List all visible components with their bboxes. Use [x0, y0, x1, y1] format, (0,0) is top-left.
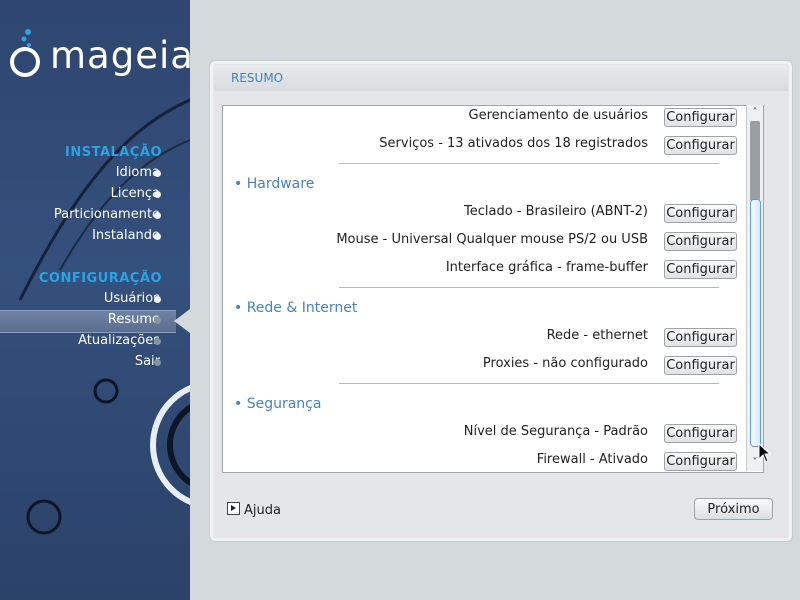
row-label: Serviços - 13 ativados dos 18 registrado…	[379, 136, 648, 151]
mageia-cauldron-icon	[10, 29, 40, 77]
summary-panel: RESUMO Gerenciamento de usuários Configu…	[209, 60, 793, 542]
row-label: Gerenciamento de usuários	[468, 108, 648, 123]
section-heading-hardware: • Hardware	[234, 176, 315, 192]
chevron-up-icon[interactable]: ˄	[749, 107, 761, 119]
row-label: Nível de Segurança - Padrão	[463, 424, 648, 439]
configure-proxies-button[interactable]: Configurar	[664, 356, 737, 375]
nav-dot-updates	[154, 338, 161, 345]
nav-dot-installing	[154, 233, 161, 240]
section-heading-network: • Rede & Internet	[234, 300, 358, 316]
nav-item-updates: Atualizações	[78, 333, 160, 348]
logo-text: mageia	[50, 34, 190, 77]
expander-arrow-icon[interactable]	[227, 502, 240, 515]
nav-dot-language	[154, 170, 161, 177]
section-divider	[339, 383, 719, 384]
row-label: Rede - ethernet	[546, 328, 648, 343]
configure-mouse-button[interactable]: Configurar	[664, 232, 737, 251]
nav-item-installing: Instalando	[92, 228, 160, 243]
summary-list-frame: Gerenciamento de usuários Configurar Ser…	[222, 105, 764, 473]
row-label: Mouse - Universal Qualquer mouse PS/2 ou…	[336, 232, 648, 247]
nav-selected-arrow	[174, 309, 190, 333]
row-label: Teclado - Brasileiro (ABNT-2)	[464, 204, 648, 219]
summary-row-proxies: Proxies - não configurado Configurar	[223, 354, 763, 380]
nav-dot-summary	[154, 317, 161, 324]
summary-row-network: Rede - ethernet Configurar	[223, 326, 763, 352]
summary-row-security-level: Nível de Segurança - Padrão Configurar	[223, 422, 763, 448]
help-label[interactable]: Ajuda	[244, 503, 281, 518]
section-title-installation: INSTALAÇÃO	[65, 145, 162, 160]
summary-row-user-management: Gerenciamento de usuários Configurar	[223, 106, 763, 132]
configure-user-management-button[interactable]: Configurar	[664, 108, 737, 127]
nav-item-users: Usuários	[103, 291, 160, 306]
nav-item-partitioning: Particionamento	[53, 207, 160, 222]
configure-graphics-button[interactable]: Configurar	[664, 260, 737, 279]
scrollbar-track[interactable]	[750, 121, 760, 201]
configure-keyboard-button[interactable]: Configurar	[664, 204, 737, 223]
summary-row-firewall: Firewall - Ativado Configurar	[223, 450, 763, 472]
next-button[interactable]: Próximo	[694, 498, 773, 520]
nav-dot-exit	[154, 359, 161, 366]
help-toggle[interactable]: Ajuda	[227, 501, 281, 518]
row-label: Interface gráfica - frame-buffer	[445, 260, 648, 275]
nav-dot-users	[154, 296, 161, 303]
summary-row-mouse: Mouse - Universal Qualquer mouse PS/2 ou…	[223, 230, 763, 256]
sidebar: mageia INSTALAÇÃO Idioma Licença Partici…	[0, 0, 190, 600]
nav-dot-partitioning	[154, 212, 161, 219]
configure-security-level-button[interactable]: Configurar	[664, 424, 737, 443]
mageia-logo: mageia	[8, 26, 190, 82]
sidebar-decoration	[18, 98, 190, 535]
row-label: Firewall - Ativado	[536, 452, 648, 467]
page-title: RESUMO	[231, 71, 284, 85]
vertical-scrollbar[interactable]: ˄ ˅	[746, 105, 763, 471]
summary-row-keyboard: Teclado - Brasileiro (ABNT-2) Configurar	[223, 202, 763, 228]
section-heading-security: • Segurança	[234, 396, 322, 412]
panel-header: RESUMO	[214, 65, 788, 91]
nav-item-summary: Resumo	[107, 312, 160, 327]
configure-firewall-button[interactable]: Configurar	[664, 452, 737, 471]
nav-dot-license	[154, 191, 161, 198]
summary-row-graphics: Interface gráfica - frame-buffer Configu…	[223, 258, 763, 284]
scrollbar-thumb[interactable]	[750, 199, 761, 447]
section-divider	[339, 163, 719, 164]
mouse-cursor-icon	[758, 443, 772, 463]
row-label: Proxies - não configurado	[482, 356, 648, 371]
configure-services-button[interactable]: Configurar	[664, 136, 737, 155]
nav-item-license: Licença	[110, 186, 160, 201]
section-divider	[339, 287, 719, 288]
section-title-configuration: CONFIGURAÇÃO	[38, 271, 162, 286]
configure-network-button[interactable]: Configurar	[664, 328, 737, 347]
summary-row-services: Serviços - 13 ativados dos 18 registrado…	[223, 134, 763, 160]
